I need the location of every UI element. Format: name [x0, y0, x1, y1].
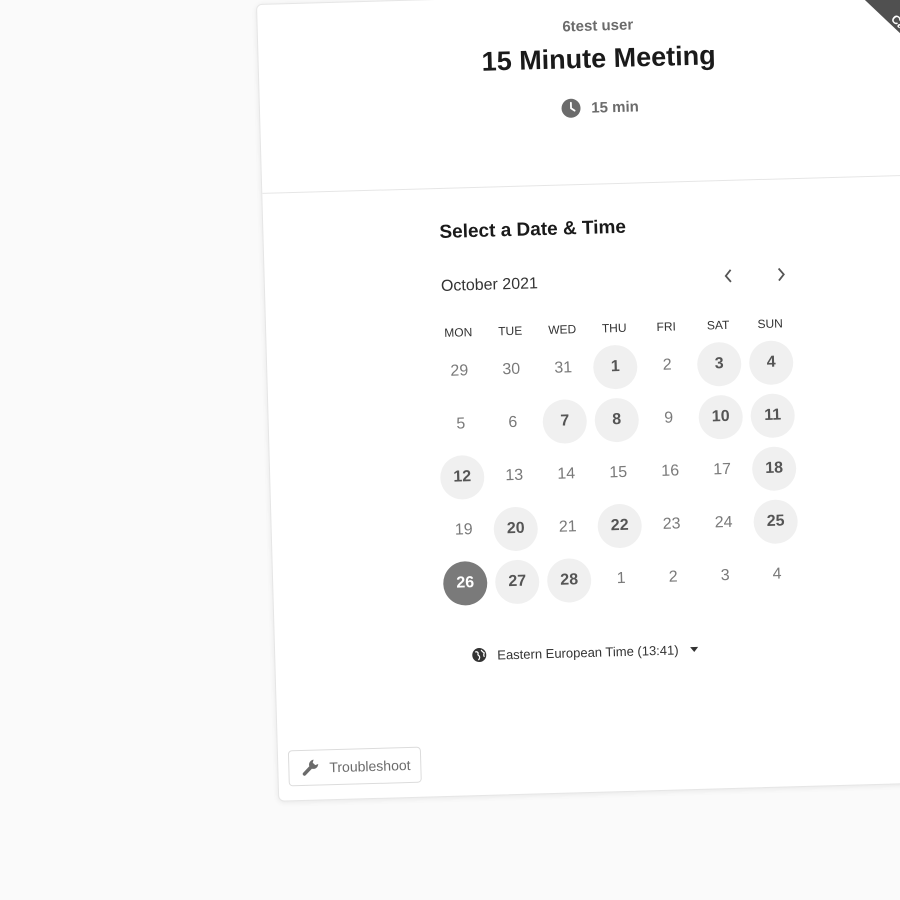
calendar-day-cell: 17 [696, 447, 749, 501]
event-duration: 15 min [260, 88, 900, 127]
calendar-day: 16 [661, 462, 680, 480]
weekday-label: THU [601, 320, 627, 336]
calendar-day-cell: 4 [745, 340, 798, 394]
calendar-day-available[interactable]: 1 [592, 344, 638, 390]
calendar-day: 5 [456, 415, 466, 433]
calendar-day: 17 [713, 460, 732, 479]
calendar-day-cell: 1 [595, 556, 648, 610]
weekday-label: SAT [706, 317, 730, 333]
calendar-day-cell: 23 [645, 502, 698, 556]
calendar-day: 15 [609, 463, 628, 482]
calendar-day-cell: 3 [693, 341, 746, 395]
event-title: 15 Minute Meeting [481, 40, 717, 77]
weekday-label: TUE [498, 323, 523, 339]
calendar-day-available[interactable]: 4 [748, 340, 794, 386]
calendar-day-cell: 1 [589, 344, 642, 398]
calendar-day-cell: 21 [541, 505, 594, 559]
weekday-label: FRI [656, 319, 677, 334]
calendar-day-available[interactable]: 11 [750, 393, 796, 439]
calendar-day-available[interactable]: 25 [753, 499, 799, 545]
calendar-day-available[interactable]: 18 [751, 446, 797, 492]
calendar-day-available[interactable]: 20 [493, 506, 539, 552]
calendar-day: 29 [450, 362, 469, 380]
calendar-day-cell: 16 [644, 449, 697, 503]
weekday-header: MON TUE WED THU FRI SAT SUN [432, 316, 796, 340]
calendar-day-cell: 29 [433, 349, 486, 403]
weekday-label: MON [444, 325, 473, 340]
calendar-day-cell: 8 [590, 397, 643, 451]
timezone-label: Eastern European Time (13:41) [497, 641, 679, 663]
calendar-day-cell: 20 [489, 506, 542, 560]
calendar-day-cell: 14 [540, 452, 593, 506]
calendar-day-cell: 10 [694, 394, 747, 448]
timezone-selector[interactable]: Eastern European Time (13:41) [471, 641, 699, 663]
calendar-day: 2 [668, 568, 678, 586]
calendar-day-cell: 6 [486, 400, 539, 454]
month-label: October 2021 [440, 275, 539, 295]
calendar-day-cell: 5 [434, 402, 487, 456]
calendar-day-cell: 3 [699, 553, 752, 607]
chevron-right-icon [777, 267, 785, 282]
calendar-day-cell: 2 [647, 555, 700, 609]
troubleshoot-label: Troubleshoot [329, 756, 411, 776]
calendar-day: 19 [454, 521, 473, 539]
calendar-day-cell: 15 [592, 450, 645, 504]
calendar-day-available[interactable]: 22 [597, 503, 643, 549]
calendar-day-cell: 4 [751, 552, 804, 606]
calendar-day-cell: 18 [748, 446, 801, 500]
calendar-day-available[interactable]: 10 [698, 394, 744, 440]
weekday-label: SUN [757, 316, 783, 332]
calendar-day-cell: 19 [437, 508, 490, 562]
calendar-day: 24 [714, 513, 733, 532]
calendar-day-cell: 7 [538, 398, 591, 453]
calendar-day: 1 [616, 569, 626, 588]
calendar-day: 2 [662, 356, 672, 374]
calendar-day: 31 [554, 359, 573, 377]
calendar-day-cell: 31 [537, 346, 590, 400]
calendar-day-cell: 11 [746, 393, 799, 447]
calendar-day-cell: 24 [697, 500, 750, 554]
calendar-day: 23 [662, 515, 681, 533]
chevron-left-icon [724, 269, 732, 283]
booking-card: 6test user 15 Minute Meeting 15 min Op C… [256, 0, 900, 802]
duration-label: 15 min [591, 97, 640, 117]
globe-icon [472, 648, 487, 663]
ribbon-text: Cale [888, 11, 900, 40]
calendar-day-available[interactable]: 28 [546, 557, 592, 604]
calendar-day-available[interactable]: 7 [542, 398, 588, 445]
calendar-day-cell: 9 [642, 396, 695, 450]
calendar-day: 3 [720, 567, 730, 585]
calendar-day-available[interactable]: 8 [594, 397, 640, 443]
caret-down-icon [690, 646, 699, 652]
calendar-day: 6 [508, 413, 518, 432]
calendar-day-cell: 26 [439, 560, 492, 615]
section-title: Select a Date & Time [439, 216, 627, 243]
calendar-day-cell: 25 [749, 499, 802, 553]
calendar-day-cell: 22 [593, 503, 646, 557]
previous-month-button[interactable] [714, 262, 743, 291]
event-header: 6test user 15 Minute Meeting 15 min Op C… [257, 0, 900, 194]
calendar-day-available[interactable]: 3 [696, 341, 742, 387]
calendar-day: 21 [558, 518, 577, 536]
troubleshoot-button[interactable]: Troubleshoot [287, 746, 423, 787]
calendar-day: 4 [772, 565, 782, 583]
calendar-day-cell: 12 [436, 454, 489, 509]
calendar-day: 13 [505, 466, 524, 485]
calendar-day-cell: 13 [488, 453, 541, 507]
calendar-day-cell: 30 [485, 347, 538, 401]
calendar-day-cell: 2 [641, 343, 694, 397]
calendar-day: 14 [557, 465, 576, 483]
next-month-button[interactable] [766, 260, 795, 289]
calendar-day: 30 [502, 360, 521, 379]
calendar-days-grid: 29 30 31 1 2 3 4 5 6 7 8 9 10 11 12 13 14 15 16 17 18 19 20 21 2… [433, 340, 804, 615]
calendar-day-available[interactable]: 27 [494, 559, 540, 605]
calendar-day-available[interactable]: 12 [439, 454, 485, 501]
calendar-day-cell: 27 [491, 559, 544, 613]
weekday-label: WED [548, 322, 577, 337]
calendar-day-selected[interactable]: 26 [442, 560, 488, 606]
calendar-day: 9 [664, 409, 674, 427]
clock-icon [561, 98, 581, 118]
wrench-icon [302, 759, 319, 776]
calendar-day-cell: 28 [543, 557, 596, 612]
